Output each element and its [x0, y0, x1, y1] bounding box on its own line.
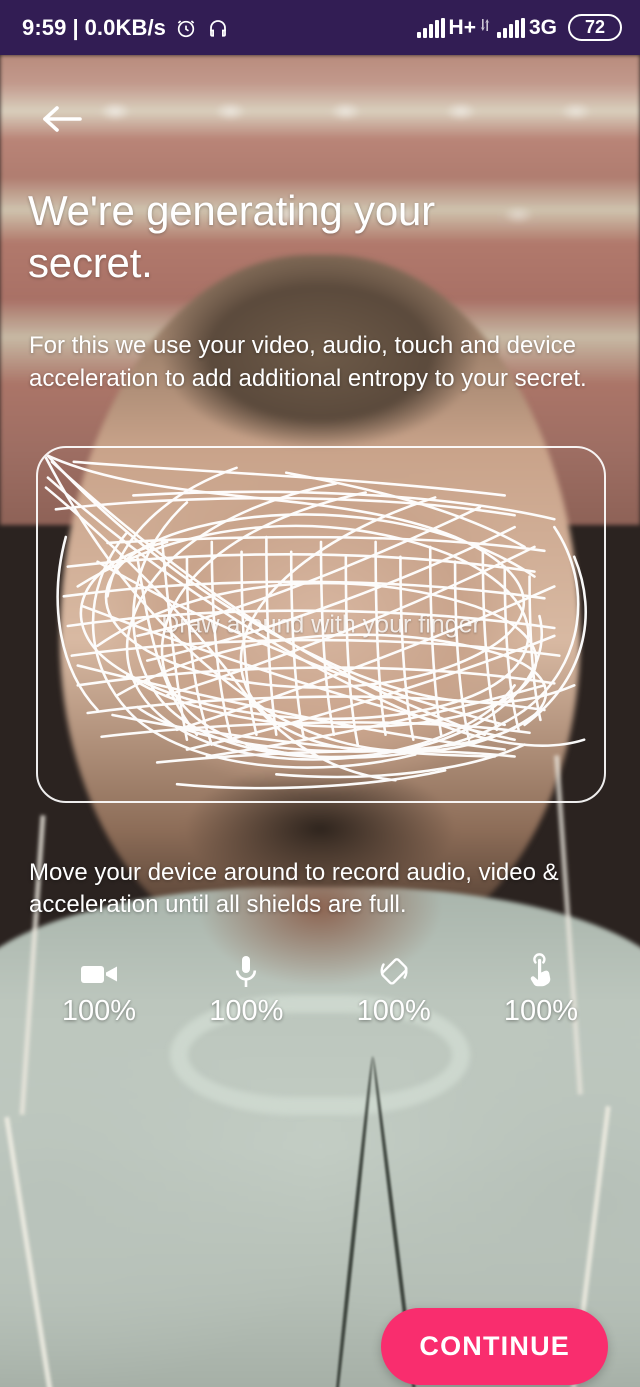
continue-button[interactable]: CONTINUE — [381, 1308, 608, 1385]
status-bar-data-rate: 0.0KB/s — [84, 14, 166, 40]
shield-video: 100% — [29, 953, 169, 1028]
shield-audio: 100% — [176, 953, 316, 1028]
signal-bars-icon-secondary — [496, 17, 525, 38]
battery-indicator: 72 — [568, 14, 622, 41]
arrow-left-icon — [40, 101, 84, 142]
status-bar: 9:59 | 0.0KB/s H+ 3G 72 — [0, 0, 640, 55]
microphone-icon — [232, 953, 260, 989]
shield-video-percent: 100% — [61, 995, 137, 1027]
screen-rotation-icon — [376, 953, 412, 989]
status-bar-right: H+ 3G 72 — [411, 14, 622, 41]
video-camera-icon — [79, 953, 119, 989]
shield-touch: 100% — [471, 953, 611, 1028]
shield-touch-percent: 100% — [503, 995, 579, 1027]
status-bar-left: 9:59 | 0.0KB/s — [22, 15, 230, 41]
shields-instruction: Move your device around to record audio,… — [29, 859, 559, 918]
shield-acceleration-percent: 100% — [356, 995, 431, 1027]
network-type-label: H+ — [448, 15, 476, 39]
status-bar-clock: 9:59 — [22, 14, 67, 40]
touch-gesture-icon — [525, 953, 557, 989]
network-type-label-secondary: 3G — [528, 15, 557, 39]
alarm-clock-icon — [174, 16, 198, 40]
page-title: We're generating your secret. — [28, 187, 435, 286]
status-bar-separator: | — [72, 14, 79, 40]
entropy-scribble-strokes — [42, 452, 587, 790]
back-button[interactable] — [36, 95, 88, 147]
shield-audio-percent: 100% — [209, 995, 284, 1027]
main-content: We're generating your secret. For this w… — [0, 55, 640, 1387]
data-transfer-arrows-icon — [479, 17, 490, 38]
signal-bars-icon — [416, 17, 445, 38]
page-description: For this we use your video, audio, touch… — [29, 332, 587, 392]
headphones-icon — [206, 16, 230, 40]
entropy-draw-pad[interactable]: Draw around with your finger — [36, 446, 606, 803]
entropy-shields-row: 100% 100% 100% 100% — [29, 953, 611, 1028]
shield-acceleration: 100% — [324, 953, 464, 1028]
